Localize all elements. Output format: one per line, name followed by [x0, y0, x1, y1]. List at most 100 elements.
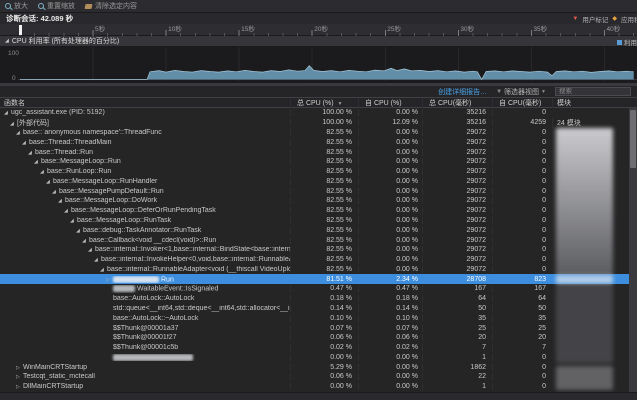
self-cpu-ms-cell: 25	[492, 325, 552, 332]
scrollbar-thumb[interactable]	[630, 110, 636, 168]
expander-open-icon[interactable]: ◢	[10, 121, 17, 127]
tree-row[interactable]: ◢base::MessageLoop::RunTask82.55 %0.00 %…	[0, 216, 637, 226]
self-cpu-ms-cell: 64	[492, 295, 552, 302]
expander-open-icon[interactable]: ◢	[40, 169, 47, 175]
zoom-in-button[interactable]: 放大	[5, 1, 28, 11]
expander-open-icon[interactable]: ◢	[70, 218, 77, 224]
cpu-chart-header[interactable]: ◢ CPU 利用率 (所有处理器的百分比) 利用率	[0, 36, 637, 47]
self-cpu-ms-cell: 7	[492, 344, 552, 351]
total-cpu-pct-cell: 82.55 %	[290, 168, 358, 175]
total-cpu-pct-cell: 0.10 %	[290, 315, 358, 322]
filter-view-dropdown[interactable]: ▼ 筛选器视图 ▼	[496, 87, 546, 97]
expander-open-icon[interactable]: ◢	[94, 257, 101, 263]
function-name-text: base::AutoLock::~AutoLock	[113, 315, 198, 322]
expander-open-icon[interactable]: ◢	[22, 140, 29, 146]
tree-row[interactable]: ◢base::MessageLoop::DoWork82.55 %0.00 %2…	[0, 196, 637, 206]
column-header-self-cpu-ms[interactable]: 自 CPU(毫秒)	[492, 98, 552, 108]
expander-open-icon[interactable]: ◢	[4, 110, 11, 116]
tree-row[interactable]: ◢base::internal::RunnableAdapter<void (_…	[0, 265, 637, 275]
vertical-scrollbar[interactable]	[629, 108, 637, 392]
total-cpu-ms-cell: 29072	[422, 188, 492, 195]
tree-row[interactable]: ◢ugc_assistant.exe (PID: 5192)100.00 %0.…	[0, 108, 637, 118]
magnifier-plus-icon	[5, 3, 11, 9]
total-cpu-ms-cell: 35216	[422, 109, 492, 116]
tree-row[interactable]: $$Thunk@00001a370.07 %0.07 %2525	[0, 323, 637, 333]
total-cpu-pct-cell: 0.07 %	[290, 325, 358, 332]
tree-row[interactable]: ◢base::RunLoop::Run82.55 %0.00 %290720	[0, 167, 637, 177]
cpu-utilization-chart[interactable]: 1000	[0, 47, 637, 83]
expander-open-icon[interactable]: ◢	[34, 159, 41, 165]
user-marks-legend-label: 用户标记	[582, 14, 608, 24]
total-cpu-ms-cell: 29072	[422, 207, 492, 214]
function-name-text: Testcqt_static_mctecall	[23, 373, 95, 380]
tree-row[interactable]: ◢base::debug::TaskAnnotator::RunTask82.5…	[0, 225, 637, 235]
self-cpu-ms-cell: 0	[492, 266, 552, 273]
collapse-arrow-icon[interactable]: ◢	[5, 38, 9, 44]
expander-open-icon[interactable]: ◢	[16, 130, 23, 136]
tree-row[interactable]: ▷WinMainCRTStartup5.29 %0.00 %18620	[0, 362, 637, 372]
tree-row[interactable]: ◢base::MessageLoop::DeferOrRunPendingTas…	[0, 206, 637, 216]
timeline-ruler[interactable]: 5秒10秒15秒20秒25秒30秒35秒40秒	[0, 24, 637, 36]
tree-row[interactable]: ◢base::Callback<void __cdecl(void)>::Run…	[0, 235, 637, 245]
expander-open-icon[interactable]: ◢	[58, 198, 65, 204]
expander-closed-icon[interactable]: ▷	[16, 374, 23, 380]
tree-row[interactable]: ◢base::Thread::Run82.55 %0.00 %290720	[0, 147, 637, 157]
tree-row[interactable]: ◢base::internal::InvokeHelper<0,void,bas…	[0, 255, 637, 265]
function-name-cell: ▷DllMainCRTStartup	[0, 383, 290, 390]
column-header-self-cpu-pct[interactable]: 自 CPU (%)	[358, 98, 422, 108]
tree-row[interactable]: std::queue<__int64,std::deque<__int64,st…	[0, 304, 637, 314]
column-header-module[interactable]: 模块	[552, 98, 629, 108]
tree-row[interactable]: ▷Testcqt_static_mctecall0.06 %0.00 %220	[0, 372, 637, 382]
tree-row[interactable]: 0.00 %0.00 %10	[0, 353, 637, 363]
function-name-cell: ◢base::debug::TaskAnnotator::RunTask	[0, 227, 290, 234]
column-header-total-cpu-ms[interactable]: 总 CPU(毫秒)	[422, 98, 492, 108]
tree-row-selected[interactable]: ▷Run81.51 %2.34 %28708823	[0, 274, 637, 284]
tree-row[interactable]: ◢base::internal::Invoker<1,base::interna…	[0, 245, 637, 255]
self-cpu-ms-cell: 0	[492, 217, 552, 224]
create-detailed-report-link[interactable]: 创建详细报告…	[438, 87, 487, 97]
expander-open-icon[interactable]: ◢	[88, 247, 95, 253]
tree-row[interactable]: ◢base::MessageLoop::Run82.55 %0.00 %2907…	[0, 157, 637, 167]
expander-closed-icon[interactable]: ▷	[106, 277, 113, 283]
column-header-function-name[interactable]: 函数名	[0, 98, 290, 108]
tree-row[interactable]: $$Thunk@00001c5b0.02 %0.02 %77	[0, 343, 637, 353]
tree-row[interactable]: ◢base::MessageLoop::RunHandler82.55 %0.0…	[0, 176, 637, 186]
tree-row[interactable]: base::AutoLock::AutoLock0.18 %0.18 %6464	[0, 294, 637, 304]
expander-open-icon[interactable]: ◢	[100, 267, 107, 273]
expander-open-icon[interactable]: ◢	[76, 228, 83, 234]
self-cpu-pct-cell: 0.00 %	[358, 109, 422, 116]
function-name-text: $$Thunk@00001c5b	[113, 344, 178, 351]
tree-row[interactable]: base::AutoLock::~AutoLock0.10 %0.10 %353…	[0, 313, 637, 323]
expander-open-icon[interactable]: ◢	[52, 189, 59, 195]
expander-closed-icon[interactable]: ▷	[16, 384, 23, 390]
total-cpu-ms-cell: 20	[422, 334, 492, 341]
reset-zoom-button[interactable]: 重置缩放	[38, 1, 75, 11]
tree-row[interactable]: ◢base::`anonymous namespace'::ThreadFunc…	[0, 128, 637, 138]
search-input[interactable]	[555, 87, 631, 96]
function-name-text: base::MessagePumpDefault::Run	[59, 188, 164, 195]
expander-closed-icon[interactable]: ▷	[16, 365, 23, 371]
session-start-marker[interactable]	[19, 25, 22, 35]
tree-row[interactable]: ◢base::Thread::ThreadMain82.55 %0.00 %29…	[0, 137, 637, 147]
chevron-down-icon: ▼	[541, 89, 546, 95]
tree-row[interactable]: ◢base::MessagePumpDefault::Run82.55 %0.0…	[0, 186, 637, 196]
total-cpu-ms-cell: 1	[422, 354, 492, 361]
module-cell: 24 模块	[552, 118, 629, 128]
tree-row[interactable]: ◢[外部代码]100.00 %12.09 %35216425924 模块	[0, 118, 637, 128]
tree-row[interactable]: WaitableEvent::IsSignaled0.47 %0.47 %167…	[0, 284, 637, 294]
expander-open-icon[interactable]: ◢	[64, 208, 71, 214]
total-cpu-pct-cell: 0.47 %	[290, 285, 358, 292]
tree-row[interactable]: $$Thunk@00001f270.06 %0.06 %2020	[0, 333, 637, 343]
self-cpu-ms-cell: 0	[492, 364, 552, 371]
expander-open-icon[interactable]: ◢	[28, 150, 35, 156]
reset-zoom-label: 重置缩放	[47, 1, 75, 11]
clear-selection-button[interactable]: 清除选定内容	[85, 1, 137, 11]
total-cpu-ms-cell: 28708	[422, 276, 492, 283]
self-cpu-ms-cell: 0	[492, 246, 552, 253]
total-cpu-pct-cell: 0.06 %	[290, 373, 358, 380]
expander-open-icon[interactable]: ◢	[46, 179, 53, 185]
session-duration-label: 诊断会话: 42.089 秒	[6, 13, 73, 24]
expander-open-icon[interactable]: ◢	[82, 238, 89, 244]
column-header-total-cpu-pct[interactable]: 总 CPU (%) ▼	[290, 98, 358, 108]
tree-row[interactable]: ▷DllMainCRTStartup0.00 %0.00 %10	[0, 382, 637, 392]
